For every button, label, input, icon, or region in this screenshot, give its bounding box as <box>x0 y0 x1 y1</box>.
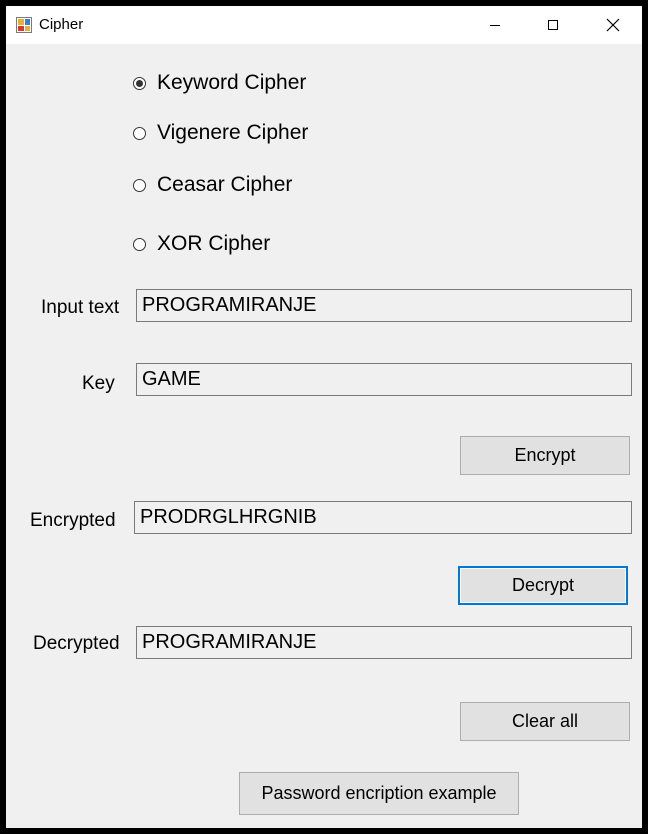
close-button[interactable] <box>584 6 642 44</box>
title-bar[interactable]: Cipher <box>6 6 642 44</box>
radio-label: XOR Cipher <box>157 232 271 255</box>
radio-keyword-cipher[interactable]: Keyword Cipher <box>133 69 306 97</box>
password-encryption-example-button[interactable]: Password encription example <box>239 772 519 815</box>
radio-ceasar-cipher[interactable]: Ceasar Cipher <box>133 171 292 199</box>
decrypted-label: Decrypted <box>33 633 120 654</box>
key-label: Key <box>82 373 115 394</box>
radio-label: Vigenere Cipher <box>157 121 309 144</box>
minimize-icon <box>490 25 500 26</box>
decrypt-button[interactable]: Decrypt <box>458 566 628 605</box>
radio-label: Keyword Cipher <box>157 71 307 94</box>
window-title: Cipher <box>39 16 84 33</box>
app-icon <box>16 17 32 33</box>
radio-selected-icon <box>133 76 146 90</box>
radio-unselected-icon <box>133 237 146 251</box>
encrypted-label: Encrypted <box>30 510 116 531</box>
radio-label: Ceasar Cipher <box>157 173 293 196</box>
cipher-window: Cipher Keyword Cipher Vigenere Cipher Ce… <box>6 6 642 828</box>
encrypted-field[interactable]: PRODRGLHRGNIB <box>134 501 632 534</box>
input-text-label: Input text <box>41 297 120 318</box>
encrypt-button[interactable]: Encrypt <box>460 436 630 475</box>
clear-all-button[interactable]: Clear all <box>460 702 630 741</box>
radio-vigenere-cipher[interactable]: Vigenere Cipher <box>133 119 308 147</box>
close-icon <box>606 18 620 32</box>
maximize-icon <box>548 20 558 30</box>
maximize-button[interactable] <box>524 6 582 44</box>
radio-unselected-icon <box>133 178 146 192</box>
radio-xor-cipher[interactable]: XOR Cipher <box>133 230 270 258</box>
decrypted-field[interactable]: PROGRAMIRANJE <box>136 626 632 659</box>
input-text-field[interactable]: PROGRAMIRANJE <box>136 289 632 322</box>
key-field[interactable]: GAME <box>136 363 632 396</box>
minimize-button[interactable] <box>466 6 524 44</box>
radio-unselected-icon <box>133 126 146 140</box>
